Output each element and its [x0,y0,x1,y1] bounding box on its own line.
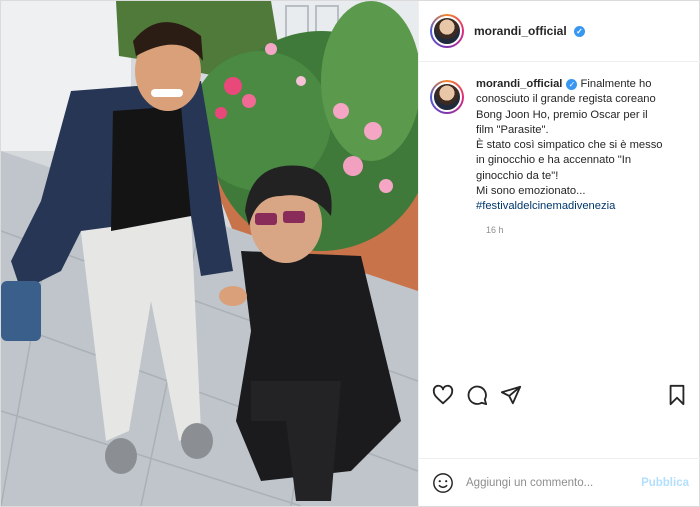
caption-line: Finalmente ho [580,78,652,90]
post-timestamp[interactable]: 16 h [486,225,690,235]
caption-hashtag-link[interactable]: #festivaldelcinemadivenezia [476,199,690,214]
verified-badge-icon: ✓ [574,26,586,38]
publish-button[interactable]: Pubblica [641,477,689,489]
caption-avatar [432,82,462,112]
caption-line: Bong Joon Ho, premio Oscar per il [476,108,648,121]
comment-icon[interactable] [466,384,488,406]
caption-username[interactable]: morandi_official [476,78,562,90]
caption-row: morandi_official ✓ Finalmente ho conosciu… [430,77,690,215]
caption-line: È stato così simpatico che si è messo [476,139,663,152]
caption-line: film "Parasite". [476,123,549,136]
caption-line: ginocchio da te"! [476,169,559,182]
caption-avatar-ring[interactable] [430,80,464,114]
add-comment-bar: Pubblica [419,458,700,506]
caption-line: Mi sono emozionato... [476,185,586,198]
comments-section: morandi_official ✓ Finalmente ho conosciu… [419,63,700,375]
post-caption: morandi_official ✓ Finalmente ho conosciu… [476,77,690,215]
heart-icon[interactable] [432,384,454,406]
bookmark-icon[interactable] [666,384,688,406]
caption-line: conosciuto il grande regista coreano [476,93,656,106]
header-username-text[interactable]: morandi_official [474,24,567,38]
avatar-story-ring[interactable] [430,14,464,48]
comment-input[interactable] [466,476,636,489]
instagram-post: morandi_official ✓ morandi_official ✓ Fin… [0,0,700,507]
post-photo[interactable] [1,1,418,506]
caption-verified-badge-icon: ✓ [566,78,578,90]
action-bar [419,375,700,415]
post-header: morandi_official ✓ [419,1,700,62]
share-icon[interactable] [500,384,522,406]
post-side-panel: morandi_official ✓ morandi_official ✓ Fin… [418,1,700,506]
caption-first-line: morandi_official ✓ Finalmente ho [476,77,690,92]
photo-illustration [1,1,418,506]
avatar [432,16,462,46]
header-username[interactable]: morandi_official ✓ [474,24,586,38]
caption-line: in ginocchio e ha accennato "In [476,154,632,167]
emoji-icon[interactable] [432,472,454,494]
